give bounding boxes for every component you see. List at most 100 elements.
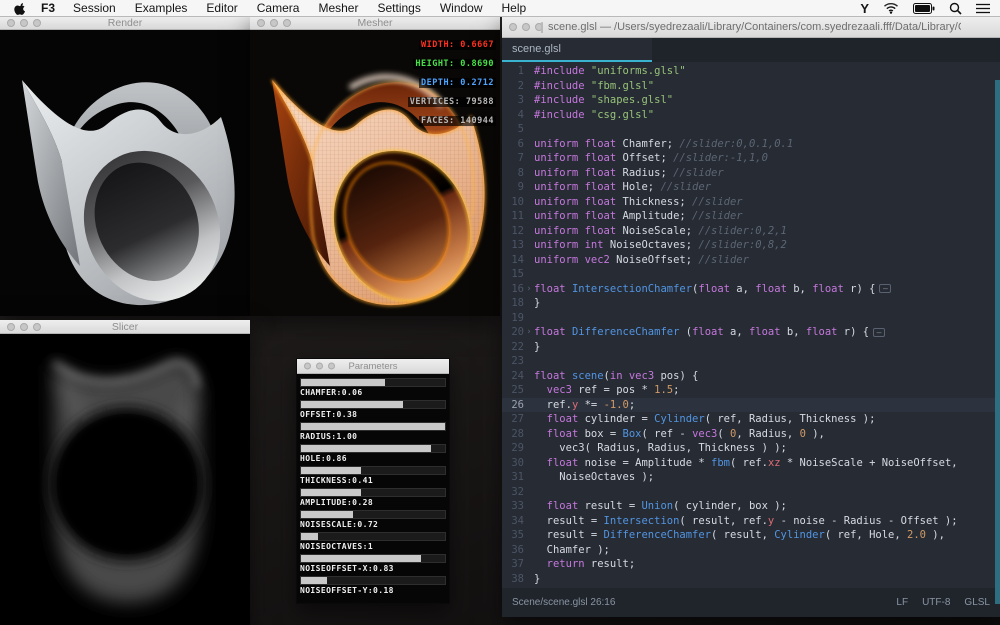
- code-line-2[interactable]: 2#include "fbm.glsl": [502, 79, 1000, 94]
- parameters-titlebar[interactable]: Parameters: [297, 359, 449, 374]
- code-line-13[interactable]: 13uniform int NoiseOctaves; //slider:0,8…: [502, 238, 1000, 253]
- code-line-19[interactable]: 19: [502, 311, 1000, 326]
- fold-arrow-icon[interactable]: ›: [524, 282, 534, 297]
- code-line-18[interactable]: 18}: [502, 296, 1000, 311]
- app-menu-f3[interactable]: F3: [41, 1, 55, 15]
- menu-item-examples[interactable]: Examples: [135, 1, 188, 15]
- slider-track[interactable]: [300, 576, 446, 585]
- menu-item-window[interactable]: Window: [440, 1, 483, 15]
- mesher-viewport[interactable]: WIDTH: 0.6667HEIGHT: 0.8690DEPTH: 0.2712…: [250, 30, 500, 316]
- code-line-9[interactable]: 9uniform float Hole; //slider: [502, 180, 1000, 195]
- code-line-36[interactable]: 36 Chamfer );: [502, 543, 1000, 558]
- slider-noisescale[interactable]: NOISESCALE:0.72: [300, 510, 446, 530]
- code-line-35[interactable]: 35 result = DifferenceChamfer( result, C…: [502, 528, 1000, 543]
- code-line-24[interactable]: 24float scene(in vec3 pos) {: [502, 369, 1000, 384]
- slider-hole[interactable]: HOLE:0.86: [300, 444, 446, 464]
- code-line-31[interactable]: 31 NoiseOctaves );: [502, 470, 1000, 485]
- code-line-32[interactable]: 32: [502, 485, 1000, 500]
- code-line-1[interactable]: 1#include "uniforms.glsl": [502, 64, 1000, 79]
- code-line-37[interactable]: 37 return result;: [502, 557, 1000, 572]
- slider-track[interactable]: [300, 554, 446, 563]
- minimize-button[interactable]: [522, 23, 530, 31]
- zoom-button[interactable]: [33, 19, 41, 27]
- close-button[interactable]: [509, 23, 517, 31]
- menu-item-help[interactable]: Help: [502, 1, 527, 15]
- code-line-22[interactable]: 22}: [502, 340, 1000, 355]
- tab-scene-glsl[interactable]: scene.glsl: [502, 38, 652, 62]
- slider-track[interactable]: [300, 532, 446, 541]
- close-button[interactable]: [7, 323, 15, 331]
- editor-scrollbar[interactable]: [995, 80, 1000, 604]
- code-line-8[interactable]: 8uniform float Radius; //slider: [502, 166, 1000, 181]
- minimize-button[interactable]: [20, 323, 28, 331]
- code-line-11[interactable]: 11uniform float Amplitude; //slider: [502, 209, 1000, 224]
- code-line-23[interactable]: 23: [502, 354, 1000, 369]
- code-line-34[interactable]: 34 result = Intersection( result, ref.y …: [502, 514, 1000, 529]
- minimize-button[interactable]: [20, 19, 28, 27]
- code-line-25[interactable]: 25 vec3 ref = pos * 1.5;: [502, 383, 1000, 398]
- slider-track[interactable]: [300, 466, 446, 475]
- mesher-titlebar[interactable]: Mesher: [250, 16, 500, 30]
- close-button[interactable]: [7, 19, 15, 27]
- editor-titlebar[interactable]: scene.glsl — /Users/syedrezaali/Library/…: [502, 16, 1000, 38]
- y-utility-icon[interactable]: Y: [860, 1, 869, 16]
- menu-item-mesher[interactable]: Mesher: [318, 1, 358, 15]
- slider-track[interactable]: [300, 378, 446, 387]
- code-line-5[interactable]: 5: [502, 122, 1000, 137]
- apple-logo-icon[interactable]: [14, 2, 27, 15]
- slider-noiseoffset-x[interactable]: NOISEOFFSET-X:0.83: [300, 554, 446, 574]
- zoom-button[interactable]: [328, 363, 335, 370]
- code-line-26[interactable]: 26 ref.y *= -1.0;: [502, 398, 1000, 413]
- notification-center-icon[interactable]: [976, 3, 990, 14]
- code-line-28[interactable]: 28 float box = Box( ref - vec3( 0, Radiu…: [502, 427, 1000, 442]
- code-line-30[interactable]: 30 float noise = Amplitude * fbm( ref.xz…: [502, 456, 1000, 471]
- render-viewport[interactable]: [0, 30, 250, 316]
- slider-offset[interactable]: OFFSET:0.38: [300, 400, 446, 420]
- wifi-icon[interactable]: [883, 2, 899, 14]
- code-line-6[interactable]: 6uniform float Chamfer; //slider:0,0.1,0…: [502, 137, 1000, 152]
- folded-region-indicator[interactable]: ‒: [879, 284, 891, 293]
- slider-noiseoffset-y[interactable]: NOISEOFFSET-Y:0.18: [300, 576, 446, 596]
- slider-chamfer[interactable]: CHAMFER:0.06: [300, 378, 446, 398]
- code-line-33[interactable]: 33 float result = Union( cylinder, box )…: [502, 499, 1000, 514]
- zoom-button[interactable]: [283, 19, 291, 27]
- minimize-button[interactable]: [270, 19, 278, 27]
- slider-radius[interactable]: RADIUS:1.00: [300, 422, 446, 442]
- code-line-38[interactable]: 38}: [502, 572, 1000, 587]
- menu-item-session[interactable]: Session: [73, 1, 116, 15]
- code-line-14[interactable]: 14uniform vec2 NoiseOffset; //slider: [502, 253, 1000, 268]
- slider-thickness[interactable]: THICKNESS:0.41: [300, 466, 446, 486]
- code-line-3[interactable]: 3#include "shapes.glsl": [502, 93, 1000, 108]
- slider-track[interactable]: [300, 422, 446, 431]
- code-line-15[interactable]: 15: [502, 267, 1000, 282]
- code-line-7[interactable]: 7uniform float Offset; //slider:-1,1,0: [502, 151, 1000, 166]
- slider-track[interactable]: [300, 400, 446, 409]
- battery-icon[interactable]: [913, 3, 935, 14]
- fold-arrow-icon[interactable]: ›: [524, 325, 534, 340]
- menu-item-editor[interactable]: Editor: [206, 1, 237, 15]
- slicer-titlebar[interactable]: Slicer: [0, 320, 250, 334]
- slider-track[interactable]: [300, 444, 446, 453]
- code-line-10[interactable]: 10uniform float Thickness; //slider: [502, 195, 1000, 210]
- slicer-viewport[interactable]: [0, 334, 250, 625]
- close-button[interactable]: [304, 363, 311, 370]
- slider-amplitude[interactable]: AMPLITUDE:0.28: [300, 488, 446, 508]
- slider-track[interactable]: [300, 510, 446, 519]
- code-line-27[interactable]: 27 float cylinder = Cylinder( ref, Radiu…: [502, 412, 1000, 427]
- minimize-button[interactable]: [316, 363, 323, 370]
- menu-item-settings[interactable]: Settings: [377, 1, 420, 15]
- code-line-20[interactable]: 20›float DifferenceChamfer (float a, flo…: [502, 325, 1000, 340]
- render-titlebar[interactable]: Render: [0, 16, 250, 30]
- code-line-4[interactable]: 4#include "csg.glsl": [502, 108, 1000, 123]
- code-line-12[interactable]: 12uniform float NoiseScale; //slider:0,2…: [502, 224, 1000, 239]
- code-line-29[interactable]: 29 vec3( Radius, Radius, Thickness ) );: [502, 441, 1000, 456]
- slider-track[interactable]: [300, 488, 446, 497]
- spotlight-search-icon[interactable]: [949, 2, 962, 15]
- code-line-16[interactable]: 16›float IntersectionChamfer(float a, fl…: [502, 282, 1000, 297]
- code-editor[interactable]: 1#include "uniforms.glsl"2#include "fbm.…: [502, 62, 1000, 588]
- close-button[interactable]: [257, 19, 265, 27]
- zoom-button[interactable]: [33, 323, 41, 331]
- slider-noiseoctaves[interactable]: NOISEOCTAVES:1: [300, 532, 446, 552]
- menu-item-camera[interactable]: Camera: [257, 1, 300, 15]
- folded-region-indicator[interactable]: ‒: [873, 328, 885, 337]
